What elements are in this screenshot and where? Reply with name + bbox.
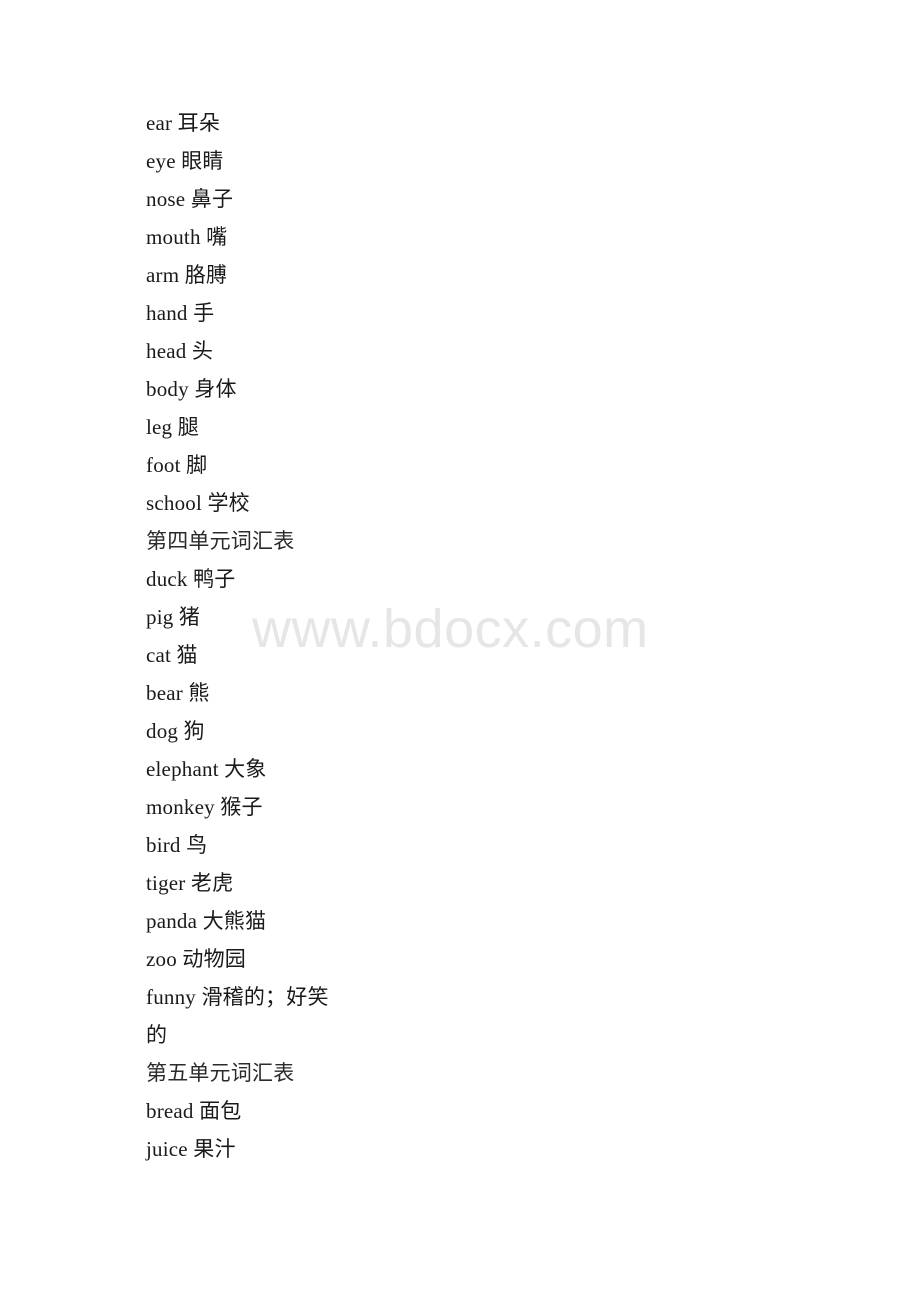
vocabulary-line: panda 大熊猫 [146,909,267,933]
section-heading: 第五单元词汇表 [146,1061,295,1085]
vocabulary-line: ear 耳朵 [146,111,221,135]
vocabulary-line: bear 熊 [146,681,210,705]
vocabulary-line: mouth 嘴 [146,225,228,249]
vocabulary-list: ear 耳朵 eye 眼睛 nose 鼻子 mouth 嘴 arm 胳膊 hand 手 he… [146,104,846,1168]
vocabulary-line: body 身体 [146,377,237,401]
document-page: www.bdocx.com ear 耳朵 eye 眼睛 nose 鼻子 mouth 嘴… [0,0,920,1302]
vocabulary-line: dog 狗 [146,719,205,743]
vocabulary-line: duck 鸭子 [146,567,236,591]
vocabulary-line: funny 滑稽的；好笑 [146,985,329,1009]
vocabulary-line: juice 果汁 [146,1137,236,1161]
vocabulary-line: elephant 大象 [146,757,267,781]
vocabulary-line: bread 面包 [146,1099,242,1123]
vocabulary-line: school 学校 [146,491,250,515]
vocabulary-line: head 头 [146,339,214,363]
vocabulary-line: monkey 猴子 [146,795,263,819]
vocabulary-line: eye 眼睛 [146,149,224,173]
vocabulary-line: leg 腿 [146,415,199,439]
vocabulary-line: cat 猫 [146,643,198,667]
vocabulary-line: tiger 老虎 [146,871,234,895]
vocabulary-line: bird 鸟 [146,833,208,857]
vocabulary-line: pig 猪 [146,605,201,629]
vocabulary-line: zoo 动物园 [146,947,246,971]
vocabulary-line: hand 手 [146,301,215,325]
vocabulary-line: arm 胳膊 [146,263,228,287]
vocabulary-line: nose 鼻子 [146,187,234,211]
section-heading: 第四单元词汇表 [146,529,295,553]
vocabulary-line: 的 [146,1023,168,1047]
vocabulary-line: foot 脚 [146,453,208,477]
